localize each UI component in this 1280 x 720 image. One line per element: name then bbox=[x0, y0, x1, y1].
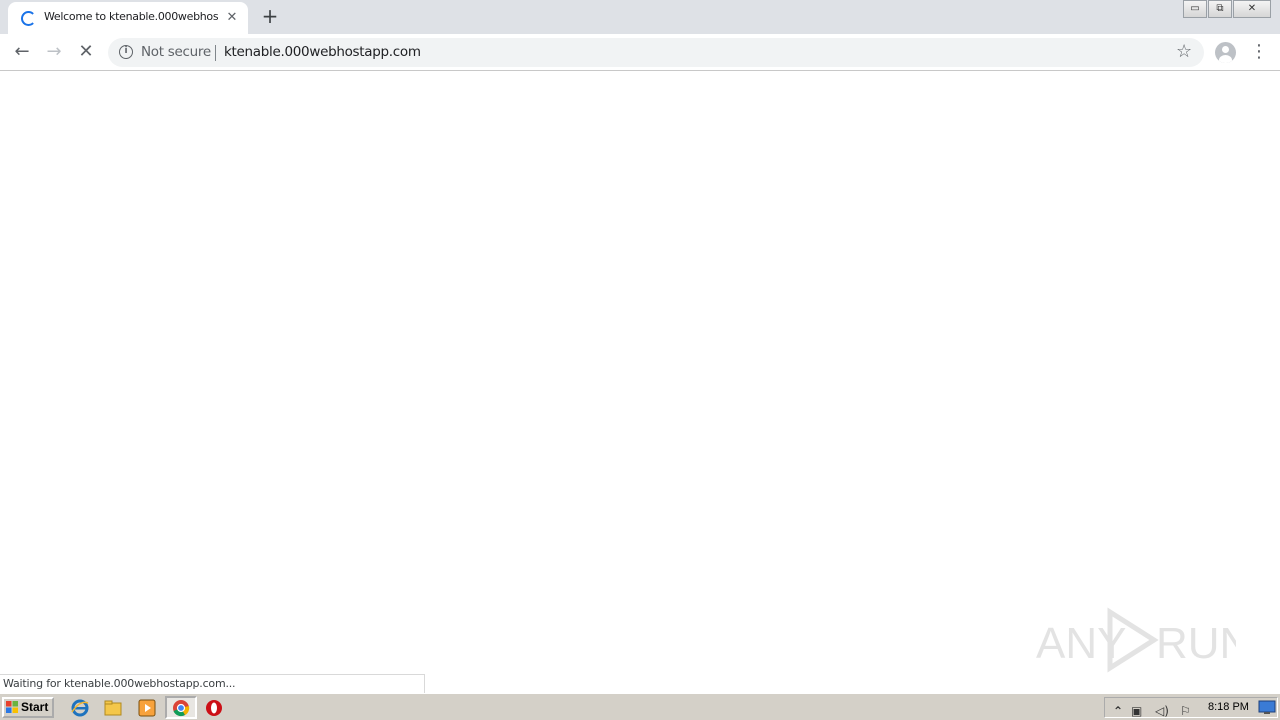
status-bubble: Waiting for ktenable.000webhostapp.com..… bbox=[0, 674, 425, 693]
browser-toolbar: ← → ✕ i Not secure ktenable.000webhostap… bbox=[0, 34, 1280, 71]
opera-icon[interactable] bbox=[204, 698, 224, 718]
clock[interactable]: 8:18 PM bbox=[1208, 701, 1249, 713]
avatar-body bbox=[1219, 55, 1232, 63]
close-window-button[interactable]: ✕ bbox=[1233, 0, 1271, 18]
anyrun-watermark-logo: ANY RUN bbox=[1036, 607, 1236, 673]
minimize-icon: ▭ bbox=[1190, 3, 1200, 14]
page-content bbox=[0, 72, 1280, 692]
start-label: Start bbox=[21, 700, 49, 714]
flag-icon[interactable]: ⚐ bbox=[1180, 704, 1191, 718]
profile-avatar-icon[interactable] bbox=[1215, 42, 1236, 63]
system-tray: ⌃ ▣ ◁) ⚐ bbox=[1104, 697, 1278, 718]
windows-logo-icon bbox=[6, 701, 18, 713]
avatar-head bbox=[1222, 46, 1229, 53]
start-button[interactable]: Start bbox=[2, 697, 54, 718]
tab-active[interactable]: Welcome to ktenable.000webhostapp.com ✕ bbox=[8, 2, 248, 34]
security-label[interactable]: Not secure bbox=[141, 44, 211, 60]
watermark-right: RUN bbox=[1156, 619, 1236, 668]
back-button[interactable]: ← bbox=[10, 40, 34, 64]
volume-icon[interactable]: ◁) bbox=[1155, 704, 1169, 718]
separator bbox=[215, 45, 216, 61]
menu-button[interactable]: ⋮ bbox=[1250, 40, 1268, 64]
taskbar-item-chrome[interactable] bbox=[165, 696, 197, 719]
network-icon[interactable]: ▣ bbox=[1131, 704, 1142, 718]
explorer-icon[interactable] bbox=[103, 698, 123, 718]
info-icon[interactable]: i bbox=[119, 45, 133, 59]
chrome-icon bbox=[173, 700, 190, 717]
forward-button[interactable]: → bbox=[42, 40, 66, 64]
restore-icon: ⧉ bbox=[1216, 3, 1224, 14]
ie-icon[interactable] bbox=[70, 698, 90, 718]
address-bar[interactable]: i Not secure ktenable.000webhostapp.com … bbox=[108, 38, 1204, 67]
media-player-icon[interactable] bbox=[137, 698, 157, 718]
new-tab-button[interactable]: + bbox=[259, 6, 281, 28]
tab-strip: Welcome to ktenable.000webhostapp.com ✕ … bbox=[0, 0, 1280, 34]
url-text[interactable]: ktenable.000webhostapp.com bbox=[224, 44, 421, 60]
show-hidden-icons-icon[interactable]: ⌃ bbox=[1113, 704, 1123, 718]
taskbar: Start ⌃ ▣ ◁) ⚐ 8:18 PM bbox=[0, 693, 1280, 720]
tab-close-icon[interactable]: ✕ bbox=[224, 10, 240, 26]
minimize-button[interactable]: ▭ bbox=[1183, 0, 1207, 18]
loading-spinner-icon bbox=[21, 11, 36, 26]
close-icon: ✕ bbox=[1247, 3, 1257, 14]
watermark-left: ANY bbox=[1036, 619, 1126, 668]
restore-button[interactable]: ⧉ bbox=[1208, 0, 1232, 18]
stop-loading-button[interactable]: ✕ bbox=[74, 40, 98, 64]
tab-title: Welcome to ktenable.000webhostapp.com bbox=[44, 10, 218, 23]
bookmark-star-icon[interactable]: ☆ bbox=[1176, 41, 1192, 62]
show-desktop-icon[interactable] bbox=[1258, 700, 1276, 715]
